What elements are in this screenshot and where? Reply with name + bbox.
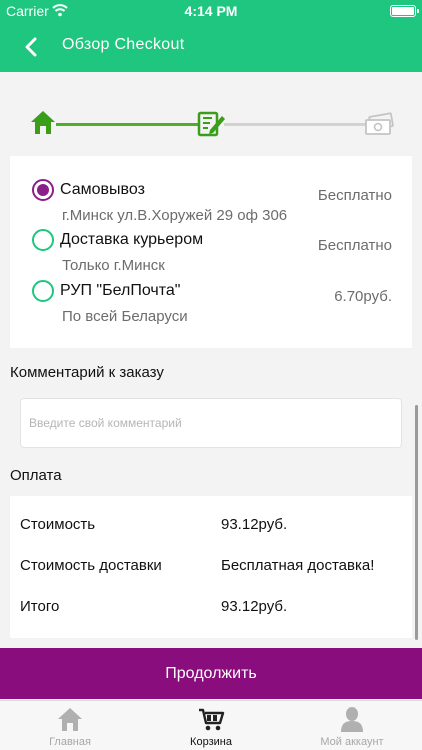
continue-button[interactable]: Продолжить (0, 648, 422, 699)
scrollbar[interactable] (415, 405, 418, 640)
total-value: 93.12руб. (221, 598, 288, 615)
delivery-options: Самовывоз г.Минск ул.В.Хоружей 29 оф 306… (10, 156, 412, 348)
stepper-progress-line (56, 123, 198, 126)
status-bar: Carrier 4:14 PM (0, 0, 422, 22)
delivery-option-name: РУП "БелПочта" (60, 282, 181, 299)
total-row: Итого 93.12руб. (10, 598, 412, 622)
home-icon (56, 706, 84, 732)
cart-icon (197, 706, 225, 732)
delivery-option-price: 6.70руб. (334, 288, 392, 305)
radio-unselected[interactable] (32, 280, 54, 302)
delivery-option-name: Самовывоз (60, 181, 145, 198)
tab-label: Главная (49, 736, 91, 748)
tab-bar: Главная Корзина Мой аккаунт (0, 700, 422, 750)
checkout-stepper (0, 72, 422, 156)
comment-label: Комментарий к заказу (10, 364, 164, 381)
delivery-option-description: По всей Беларуси (62, 308, 188, 325)
payment-summary: Стоимость 93.12руб. Стоимость доставки Б… (10, 496, 412, 638)
delivery-option-price: Бесплатно (317, 237, 392, 254)
back-chevron-icon[interactable] (18, 32, 46, 62)
edit-form-icon (196, 108, 226, 138)
page-title: Обзор Checkout (62, 36, 185, 53)
comment-field[interactable] (20, 398, 402, 448)
price-row-key: Стоимость (20, 516, 96, 533)
delivery-cost-key: Стоимость доставки (20, 557, 162, 574)
price-row: Стоимость 93.12руб. (10, 516, 412, 540)
delivery-option-belpost[interactable]: РУП "БелПочта" По всей Беларуси 6.70руб. (10, 267, 412, 325)
radio-unselected[interactable] (32, 229, 54, 251)
radio-selected[interactable] (32, 179, 54, 201)
clock: 4:14 PM (184, 3, 238, 19)
tab-account[interactable]: Мой аккаунт (282, 701, 422, 750)
delivery-option-courier[interactable]: Доставка курьером Только г.Минск Бесплат… (10, 216, 412, 274)
user-icon (338, 706, 366, 732)
tab-label: Корзина (190, 736, 232, 748)
total-key: Итого (20, 598, 60, 615)
tab-label: Мой аккаунт (320, 736, 384, 748)
delivery-option-name: Доставка курьером (60, 231, 204, 248)
delivery-cost-row: Стоимость доставки Бесплатная доставка! (10, 557, 412, 581)
comment-input[interactable] (21, 399, 401, 447)
navigation-bar: Обзор Checkout (0, 22, 422, 72)
home-icon (28, 108, 58, 138)
tab-home[interactable]: Главная (0, 701, 140, 750)
stepper-remaining-line (224, 123, 366, 126)
delivery-option-price: Бесплатно (317, 187, 392, 204)
payment-money-icon (364, 108, 394, 138)
delivery-option-pickup[interactable]: Самовывоз г.Минск ул.В.Хоружей 29 оф 306… (10, 166, 412, 224)
battery-icon (390, 5, 419, 17)
price-row-value: 93.12руб. (221, 516, 288, 533)
delivery-cost-value: Бесплатная доставка! (221, 557, 375, 574)
payment-label: Оплата (10, 467, 62, 484)
tab-cart[interactable]: Корзина (141, 701, 281, 750)
